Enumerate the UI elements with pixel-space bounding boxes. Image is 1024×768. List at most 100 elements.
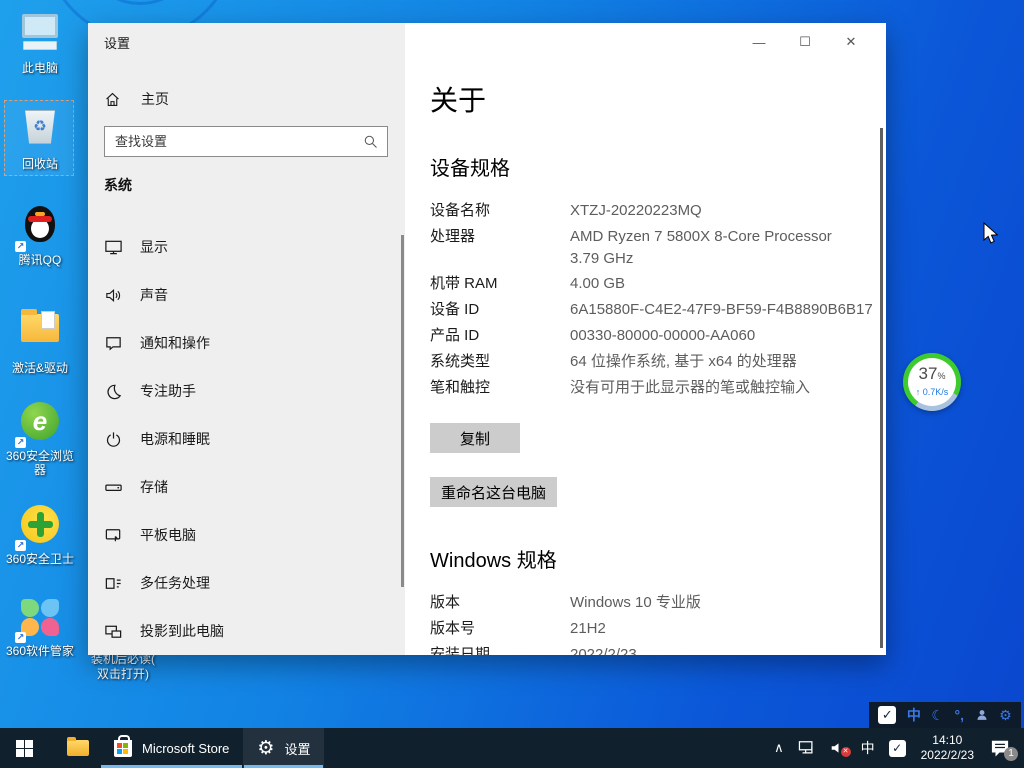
content-scrollbar[interactable] <box>880 128 883 648</box>
close-button[interactable]: ✕ <box>828 29 874 55</box>
folder-icon <box>67 740 89 756</box>
desktop-icon-readme-label[interactable]: 装机后必读( 双击打开) <box>88 652 158 682</box>
sidebar-item-tablet[interactable]: 平板电脑 <box>88 511 405 559</box>
sidebar-item-power-sleep[interactable]: 电源和睡眠 <box>88 415 405 463</box>
sidebar-item-label: 通知和操作 <box>140 333 210 353</box>
shortcut-arrow-icon: ↗ <box>15 540 26 551</box>
tray-clock[interactable]: 14:10 2022/2/23 <box>913 728 982 768</box>
settings-content: — ☐ ✕ 关于 设备规格 设备名称 XTZJ-20220223MQ 处理器 A… <box>405 23 886 655</box>
taskbar-settings[interactable]: ⚙ 设置 <box>243 728 324 768</box>
360-browser-icon: e ↗ <box>17 402 63 446</box>
spec-row: 笔和触控 没有可用于此显示器的笔或触控输入 <box>430 379 886 397</box>
360-speed-widget[interactable]: 37% ↑ 0.7K/s <box>903 353 961 411</box>
network-icon[interactable] <box>791 728 823 768</box>
desktop-icon-label: 腾讯QQ <box>1 253 79 267</box>
desktop-icon-label: 回收站 <box>1 157 79 171</box>
desktop-icon-qq[interactable]: ↗ 腾讯QQ <box>1 204 79 267</box>
ime-tray-icon[interactable]: ✓ <box>882 728 913 768</box>
tablet-icon <box>104 526 124 545</box>
gear-icon: ⚙ <box>257 737 274 760</box>
notifications-icon <box>104 334 124 353</box>
ime-pen-icon[interactable]: ✓ <box>878 706 896 724</box>
windows-logo-icon <box>16 740 33 757</box>
ime-punctuation-icon[interactable]: °, <box>955 707 965 723</box>
start-button[interactable] <box>0 728 48 768</box>
windows-spec-heading: Windows 规格 <box>430 544 886 573</box>
taskbar-file-explorer[interactable] <box>56 728 100 768</box>
moon-icon <box>104 382 124 401</box>
mute-badge-icon: ✕ <box>841 747 851 757</box>
action-center-button[interactable]: 1 <box>982 728 1024 768</box>
spec-row: 系统类型 64 位操作系统, 基于 x64 的处理器 <box>430 353 886 371</box>
sidebar-item-label: 平板电脑 <box>140 525 196 545</box>
desktop-icon-recycle-bin[interactable]: 回收站 <box>1 106 79 171</box>
search-input[interactable] <box>105 134 363 149</box>
sidebar-item-label: 存储 <box>140 477 168 497</box>
spec-row: 设备 ID 6A15880F-C4E2-47F9-BF59-F4B8890B6B… <box>430 301 886 319</box>
tray-expand-chevron-icon[interactable]: ∧ <box>767 728 791 768</box>
desktop-icon-drivers-folder[interactable]: 激活&驱动 <box>1 308 79 375</box>
notification-badge: 1 <box>1004 747 1018 761</box>
qq-penguin-icon: ↗ <box>17 206 63 250</box>
sidebar-item-projecting[interactable]: 投影到此电脑 <box>88 607 405 655</box>
desktop-icon-360-safe[interactable]: ↗ 360安全卫士 <box>1 503 79 566</box>
spec-label: 版本 <box>430 594 570 612</box>
shortcut-arrow-icon: ↗ <box>15 437 26 448</box>
sidebar-item-label: 专注助手 <box>140 381 196 401</box>
spec-value: Windows 10 专业版 <box>570 594 701 612</box>
sidebar-item-focus-assist[interactable]: 专注助手 <box>88 367 405 415</box>
sidebar-nav: 显示 声音 通知和操作 <box>88 223 405 655</box>
sidebar-item-storage[interactable]: 存储 <box>88 463 405 511</box>
sidebar-item-notifications[interactable]: 通知和操作 <box>88 319 405 367</box>
copy-button[interactable]: 复制 <box>430 423 520 453</box>
desktop-icon-360-browser[interactable]: e ↗ 360安全浏览器 <box>1 400 79 477</box>
spec-value: XTZJ-20220223MQ <box>570 202 702 220</box>
sidebar-home-label: 主页 <box>141 89 169 109</box>
ime-settings-icon[interactable]: ⚙ <box>999 707 1012 724</box>
desktop-icon-label: 360安全卫士 <box>1 552 79 566</box>
sidebar-item-label: 投影到此电脑 <box>140 621 224 641</box>
desktop-icon-label: 360软件管家 <box>1 644 79 658</box>
sidebar-item-multitasking[interactable]: 多任务处理 <box>88 559 405 607</box>
rename-pc-button[interactable]: 重命名这台电脑 <box>430 477 557 507</box>
sidebar-item-home[interactable]: 主页 <box>98 81 388 117</box>
shortcut-arrow-icon: ↗ <box>15 241 26 252</box>
window-title: 设置 <box>104 33 130 52</box>
ime-lang-icon[interactable]: 中 <box>907 705 921 725</box>
ime-language-indicator[interactable]: 中 <box>854 728 882 768</box>
volume-muted-icon[interactable]: ✕ <box>823 728 854 768</box>
search-icon[interactable] <box>363 134 378 149</box>
spec-row: 产品 ID 00330-80000-00000-AA060 <box>430 327 886 345</box>
ime-moon-icon[interactable]: ☾ <box>931 707 944 724</box>
spec-value: AMD Ryzen 7 5800X 8-Core Processor <box>570 228 832 246</box>
spec-label: 版本号 <box>430 620 570 638</box>
projecting-icon <box>104 622 124 641</box>
system-tray: ∧ ✕ 中 ✓ 14:10 2022/2/23 1 <box>767 728 1024 768</box>
settings-search-box[interactable] <box>104 126 388 157</box>
page-title: 关于 <box>430 79 886 119</box>
desktop-icon-label: 此电脑 <box>1 61 79 75</box>
desktop-icon-this-pc[interactable]: 此电脑 <box>1 12 79 75</box>
settings-window: 设置 主页 系统 显示 <box>88 23 886 655</box>
sound-icon <box>104 286 124 305</box>
spec-row: 版本号 21H2 <box>430 620 886 638</box>
tray-time: 14:10 <box>932 733 962 747</box>
spec-label: 机带 RAM <box>430 275 570 293</box>
tray-date: 2022/2/23 <box>921 748 974 762</box>
spec-label: 系统类型 <box>430 353 570 371</box>
taskbar-microsoft-store[interactable]: Microsoft Store <box>100 728 243 768</box>
ime-person-icon[interactable] <box>975 708 989 722</box>
sidebar-scrollbar[interactable] <box>401 235 404 587</box>
sidebar-item-display[interactable]: 显示 <box>88 223 405 271</box>
spec-value-line2: 3.79 GHz <box>570 250 886 267</box>
maximize-button[interactable]: ☐ <box>782 29 828 55</box>
display-icon <box>104 238 124 257</box>
minimize-button[interactable]: — <box>736 29 782 55</box>
sidebar-item-label: 多任务处理 <box>140 573 210 593</box>
desktop-icon-360-manager[interactable]: ↗ 360软件管家 <box>1 596 79 658</box>
memory-percent: 37% <box>908 365 956 385</box>
desktop-icon-label: 360安全浏览器 <box>1 449 79 477</box>
spec-label: 处理器 <box>430 228 570 246</box>
desktop-icon-label: 激活&驱动 <box>1 361 79 375</box>
sidebar-item-sound[interactable]: 声音 <box>88 271 405 319</box>
